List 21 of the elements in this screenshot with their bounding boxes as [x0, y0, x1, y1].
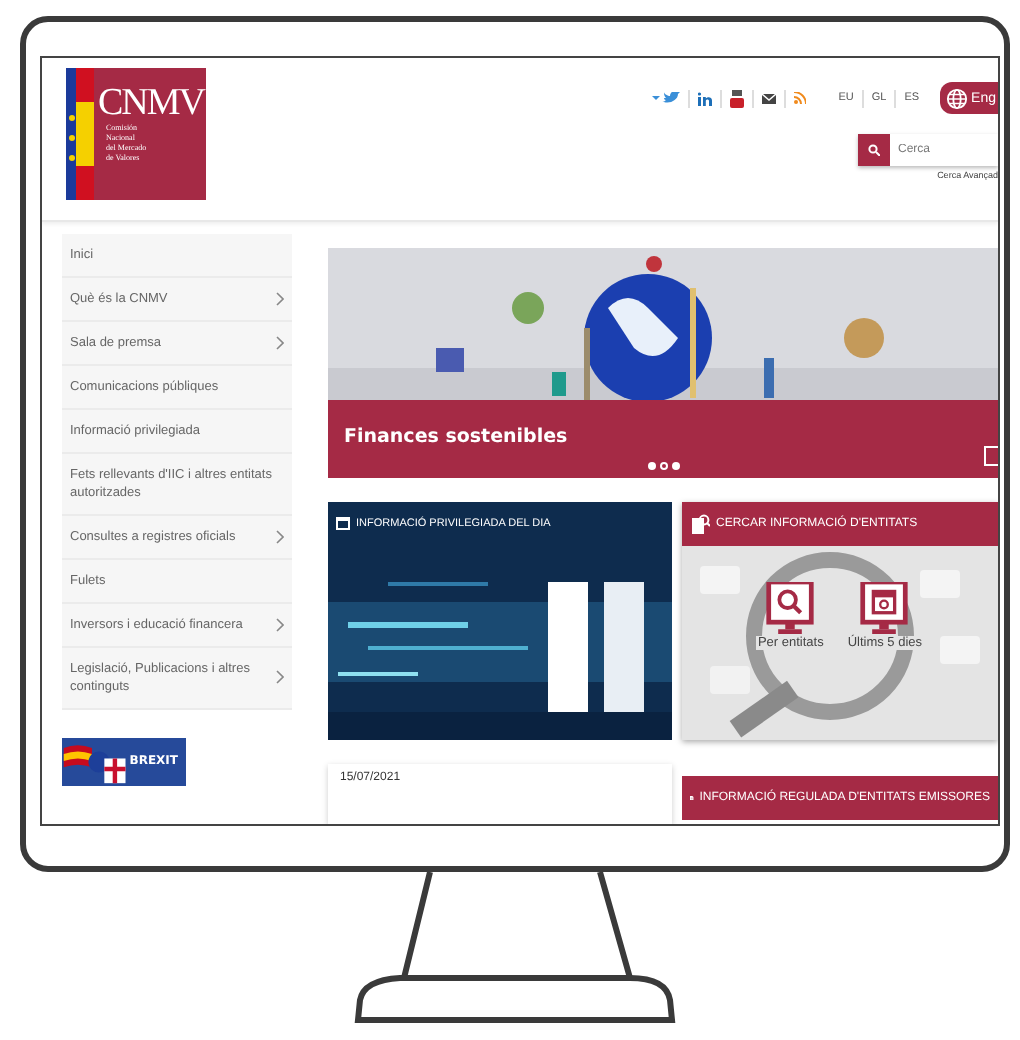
twitter-icon[interactable]: [652, 91, 681, 105]
chevron-icon: [276, 617, 284, 632]
slide-dot[interactable]: [647, 462, 655, 471]
linkedin-icon[interactable]: [698, 91, 713, 105]
slide-caption: Finances sostenibles: [344, 425, 568, 448]
calendar-icon: [336, 516, 350, 531]
search-icon: [766, 582, 815, 635]
search-icon: [868, 144, 880, 156]
chevron-icon: [276, 529, 284, 544]
chevron-icon: [276, 291, 284, 306]
document-search-icon: [690, 514, 710, 535]
mail-icon[interactable]: [762, 93, 777, 103]
globe-icon: [945, 87, 968, 109]
next-slide-button[interactable]: [984, 446, 998, 467]
chevron-icon: [276, 670, 284, 685]
slide-dot[interactable]: [659, 462, 667, 471]
logo-title: CNMV: [98, 84, 205, 122]
calendar-search-icon: [860, 582, 909, 635]
flag-stripe-icon: [66, 68, 94, 200]
slide-dot[interactable]: [671, 462, 679, 471]
chevron-icon: [276, 335, 284, 350]
